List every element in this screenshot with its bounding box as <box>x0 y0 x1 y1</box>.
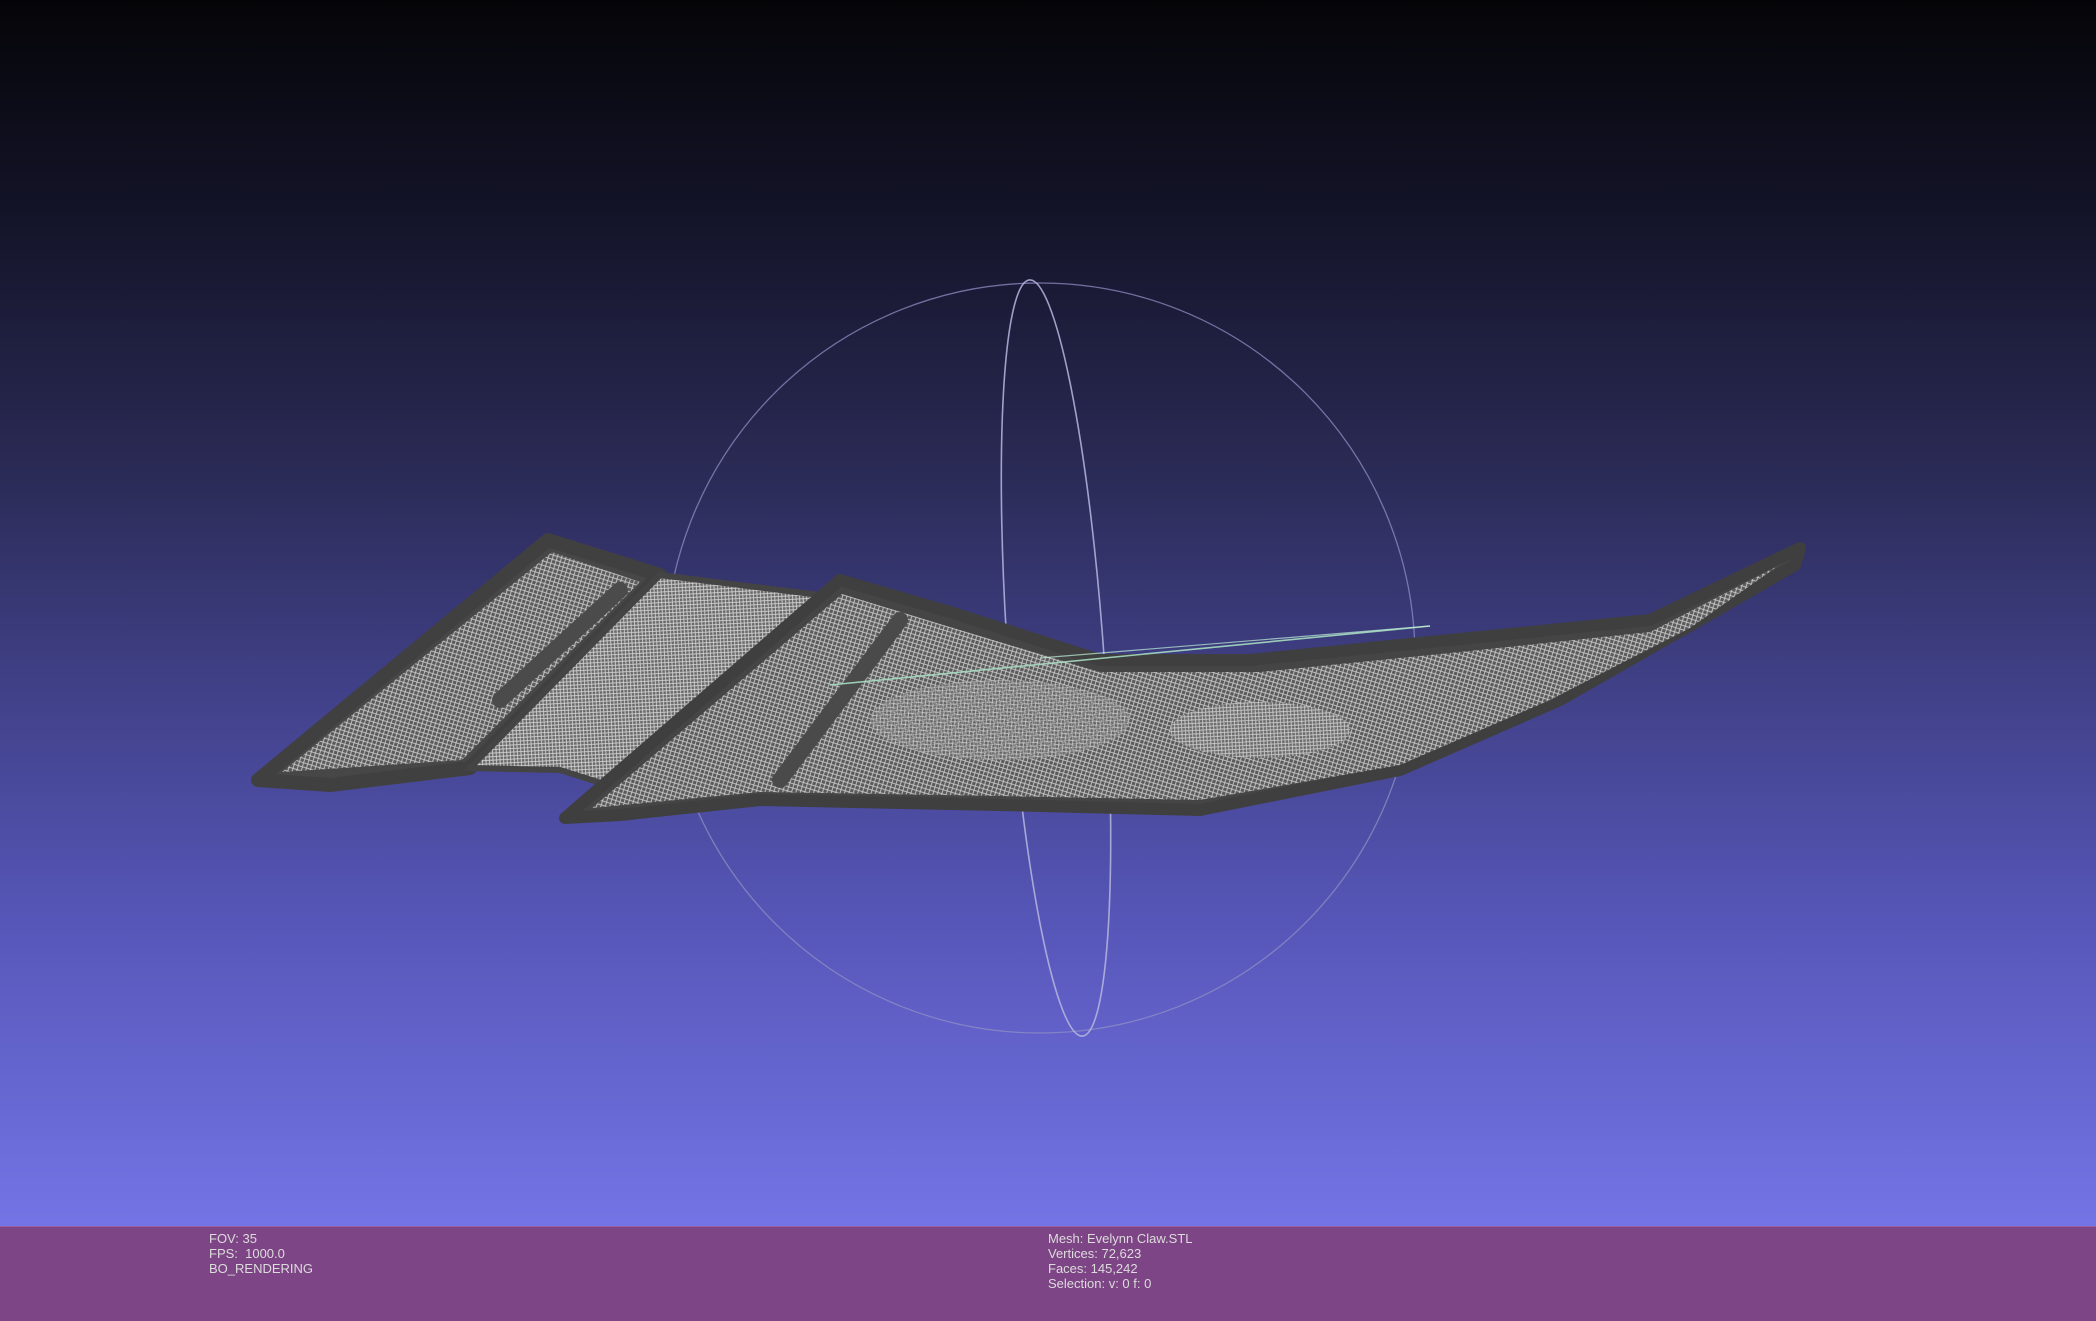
status-bar: FOV: 35 FPS: 1000.0 BO_RENDERING Mesh: E… <box>0 1226 2096 1321</box>
fov-label: FOV: 35 <box>209 1231 257 1246</box>
vertices-label: Vertices: 72,623 <box>1048 1246 1142 1261</box>
render-mode-label: BO_RENDERING <box>209 1261 314 1276</box>
selection-label: Selection: v: 0 f: 0 <box>1048 1276 1152 1291</box>
mesh-name-label: Mesh: Evelynn Claw.STL <box>1048 1231 1193 1246</box>
mesh-scene[interactable] <box>0 0 2096 1226</box>
3d-viewport[interactable] <box>0 0 2096 1226</box>
render-info: FOV: 35 FPS: 1000.0 BO_RENDERING <box>209 1231 313 1276</box>
faces-label: Faces: 145,242 <box>1048 1261 1138 1276</box>
mesh-info: Mesh: Evelynn Claw.STL Vertices: 72,623 … <box>1048 1231 1193 1291</box>
fps-label: FPS: 1000.0 <box>209 1246 285 1261</box>
